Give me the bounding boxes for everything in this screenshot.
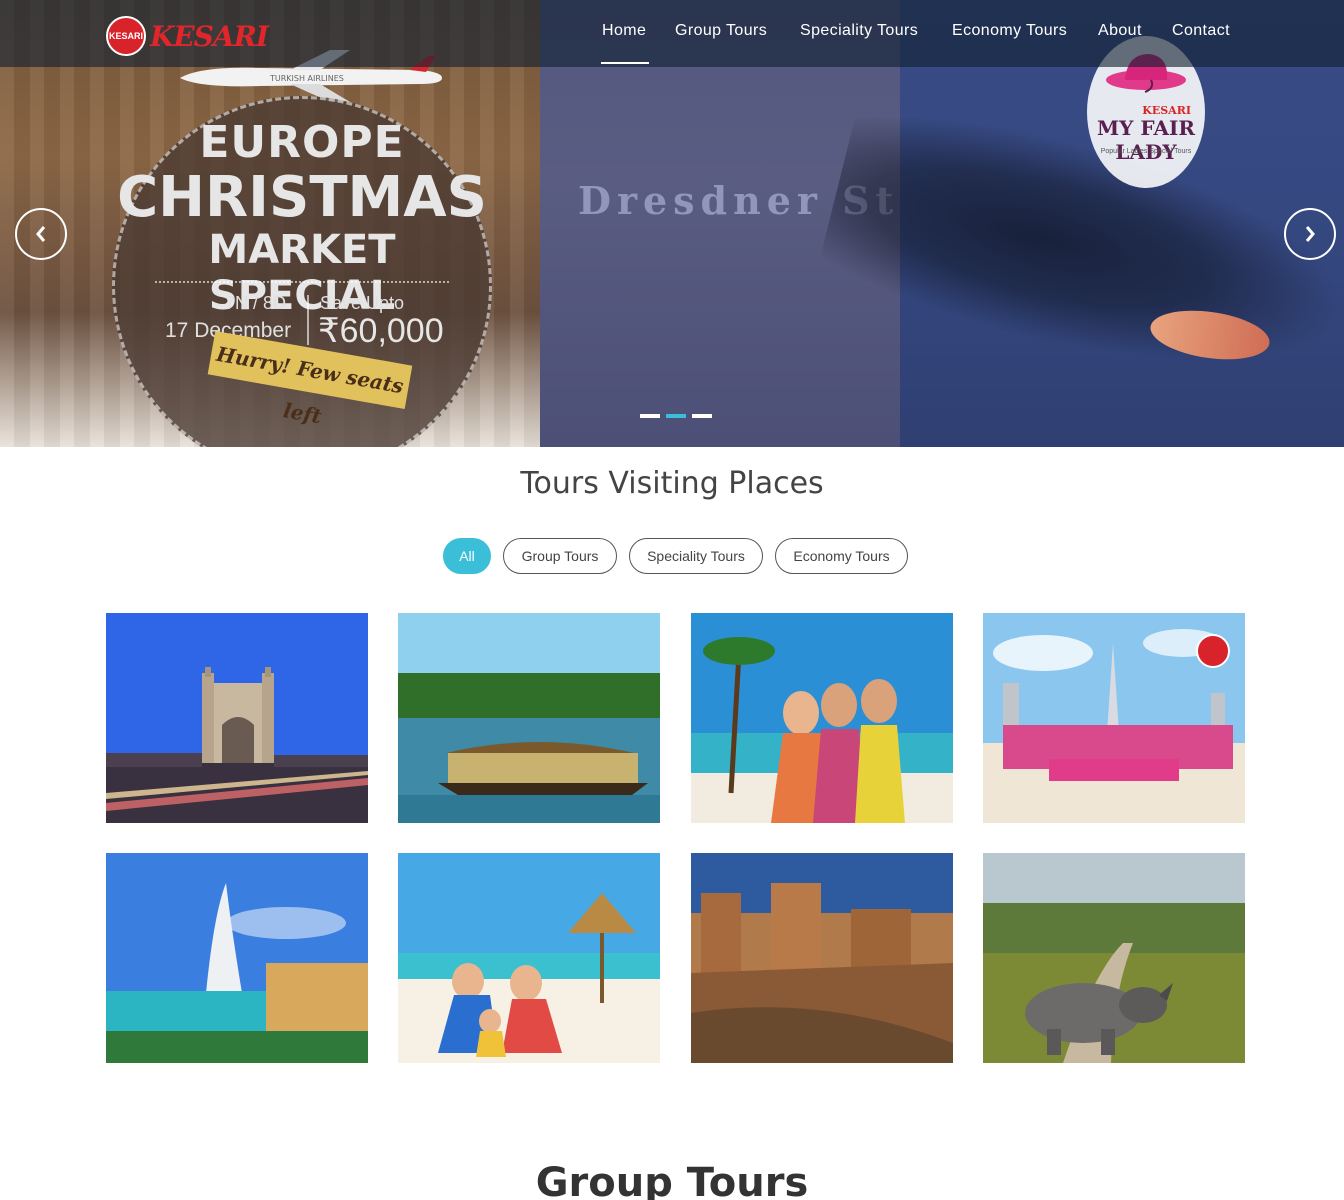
beach-friends-image [691,613,953,823]
gwalior-fort-image [691,853,953,1063]
filter-group-tours[interactable]: Group Tours [503,538,617,574]
logo-badge: KESARI [106,16,146,56]
chevron-right-icon [1305,226,1315,242]
rhino-image [983,853,1245,1063]
nav-speciality-tours[interactable]: Speciality Tours [800,22,918,40]
svg-text:TURKISH AIRLINES: TURKISH AIRLINES [269,74,344,83]
gallery-tile-houseboat[interactable] [398,613,660,823]
carousel-dot-1[interactable] [640,414,660,418]
carousel-indicators [640,414,712,418]
carousel-dot-2[interactable] [666,414,686,418]
charminar-image [106,613,368,823]
gallery-tile-beach-friends[interactable] [691,613,953,823]
filter-all[interactable]: All [443,538,491,574]
kesari-logo[interactable]: KESARI KESARI [106,16,269,56]
nav-economy-tours[interactable]: Economy Tours [952,22,1067,40]
chevron-left-icon [36,226,46,242]
gallery-tile-rhino[interactable] [983,853,1245,1063]
nav-about[interactable]: About [1098,22,1142,40]
gallery-tile-burj-al-arab[interactable] [106,853,368,1063]
group-tours-heading: Group Tours [535,1160,809,1200]
gallery-tile-dubai-ladies[interactable] [983,613,1245,823]
houseboat-image [398,613,660,823]
fairlady-tagline: Popular Ladies Special Tours [1100,148,1192,155]
gallery-tile-family-beach[interactable] [398,853,660,1063]
filter-speciality-tours[interactable]: Speciality Tours [629,538,763,574]
nav-active-indicator [601,62,649,64]
top-navbar: KESARI KESARI Home Group Tours Specialit… [0,0,1344,67]
promo-duration: 7N / 8D [225,293,287,313]
promo-line-christmas: CHRISTMAS [117,165,487,230]
carousel-prev-button[interactable] [15,208,67,260]
gallery-tile-gwalior-fort[interactable] [691,853,953,1063]
nav-contact[interactable]: Contact [1172,22,1230,40]
carousel-dot-3[interactable] [692,414,712,418]
nav-home[interactable]: Home [602,22,646,40]
promo-line-europe: EUROPE [199,117,405,168]
carousel-next-button[interactable] [1284,208,1336,260]
promo-amount: ₹60,000 [318,312,444,350]
logo-text: KESARI [150,19,269,53]
promo-vertical-divider [307,295,309,345]
family-beach-image [398,853,660,1063]
section-title: Tours Visiting Places [520,466,824,501]
filter-economy-tours[interactable]: Economy Tours [775,538,908,574]
promo-divider [155,281,449,283]
hero-carousel: Dresdner St TURKISH AIRLINES EUROPE CHRI… [0,0,1344,447]
promo-line-market: MARKET SPECIAL [208,227,396,319]
burj-al-arab-image [106,853,368,1063]
dubai-ladies-image [983,613,1245,823]
nav-group-tours[interactable]: Group Tours [675,22,767,40]
fairlady-name: MY FAIR LADY [1097,116,1195,164]
gallery-tile-charminar[interactable] [106,613,368,823]
